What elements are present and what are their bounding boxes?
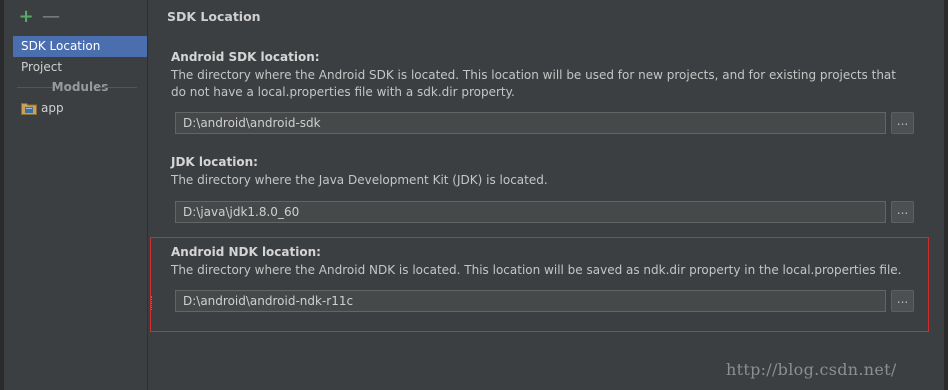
page-title: SDK Location [167,9,261,24]
jdk-section: JDK location: The directory where the Ja… [171,155,914,189]
android-ndk-section: Android NDK location: The directory wher… [171,245,914,279]
sidebar-item-sdk-location[interactable]: SDK Location [13,36,147,57]
module-label: app [41,101,64,115]
plus-icon[interactable]: + [18,8,34,26]
drag-handle-marks [151,296,154,310]
minus-icon[interactable]: — [42,8,60,26]
android-ndk-path-row: ... [175,290,914,312]
android-sdk-path-row: ... [175,112,914,134]
jdk-path-field[interactable] [175,201,886,223]
android-ndk-title: Android NDK location: [171,245,321,259]
sidebar-item-app-module[interactable]: app [21,99,64,117]
modules-separator: Modules [13,79,147,95]
module-folder-icon [21,102,37,115]
jdk-description: The directory where the Java Development… [171,173,548,187]
android-sdk-description: The directory where the Android SDK is l… [171,68,896,99]
jdk-path-row: ... [175,201,914,223]
sdk-location-panel: SDK Location Android SDK location: The d… [148,0,944,390]
android-sdk-path-field[interactable] [175,112,886,134]
android-sdk-section: Android SDK location: The directory wher… [171,50,914,101]
jdk-browse-button[interactable]: ... [891,201,914,223]
watermark-text: http://blog.csdn.net/ [726,360,897,379]
android-ndk-description: The directory where the Android NDK is l… [171,263,902,277]
android-ndk-path-field[interactable] [175,290,886,312]
android-ndk-browse-button[interactable]: ... [891,290,914,312]
project-structure-sidebar: + — SDK Location Project Modules app [4,0,148,390]
window-right-edge [944,0,948,390]
sidebar-item-project[interactable]: Project [13,57,147,78]
separator-line [99,87,137,88]
android-sdk-title: Android SDK location: [171,50,320,64]
jdk-title: JDK location: [171,155,258,169]
android-sdk-browse-button[interactable]: ... [891,112,914,134]
